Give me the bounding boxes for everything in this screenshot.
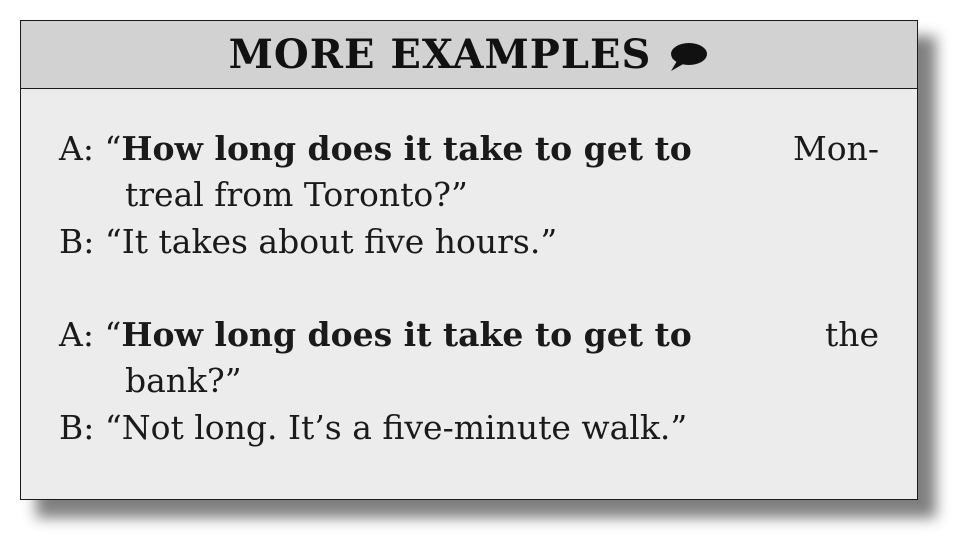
example-2-a-line-2: bank?”: [125, 361, 242, 400]
question-phrase: How long does it take to get to: [121, 129, 692, 168]
answer-text: “Not long. It’s a five-minute walk.”: [104, 408, 688, 447]
question-rest: Mon-: [792, 129, 879, 168]
example-1-b-line: B: “It takes about five hours.”: [59, 222, 557, 261]
open-quote: “: [104, 315, 122, 354]
card-header: MORE EXAMPLES: [21, 21, 917, 89]
open-quote: “: [104, 129, 122, 168]
example-1-a-line-1: A: “How long does it take to get to Mon-: [59, 129, 879, 168]
card-title: MORE EXAMPLES: [228, 31, 652, 78]
speaker-a: A:: [59, 129, 94, 168]
answer-text: “It takes about five hours.”: [104, 222, 558, 261]
speaker-a: A:: [59, 315, 94, 354]
example-2-b-line: B: “Not long. It’s a five-minute walk.”: [59, 408, 687, 447]
question-phrase: How long does it take to get to: [121, 315, 692, 354]
question-rest: the: [824, 315, 879, 354]
example-2-a-line-1: A: “How long does it take to get to the: [59, 315, 879, 354]
speaker-b: B:: [59, 408, 95, 447]
examples-card: MORE EXAMPLES A: “How long does it take …: [20, 20, 918, 500]
example-1-a-line-2: treal from Toronto?”: [125, 175, 468, 214]
speech-bubble-icon: [667, 41, 709, 73]
speaker-b: B:: [59, 222, 95, 261]
